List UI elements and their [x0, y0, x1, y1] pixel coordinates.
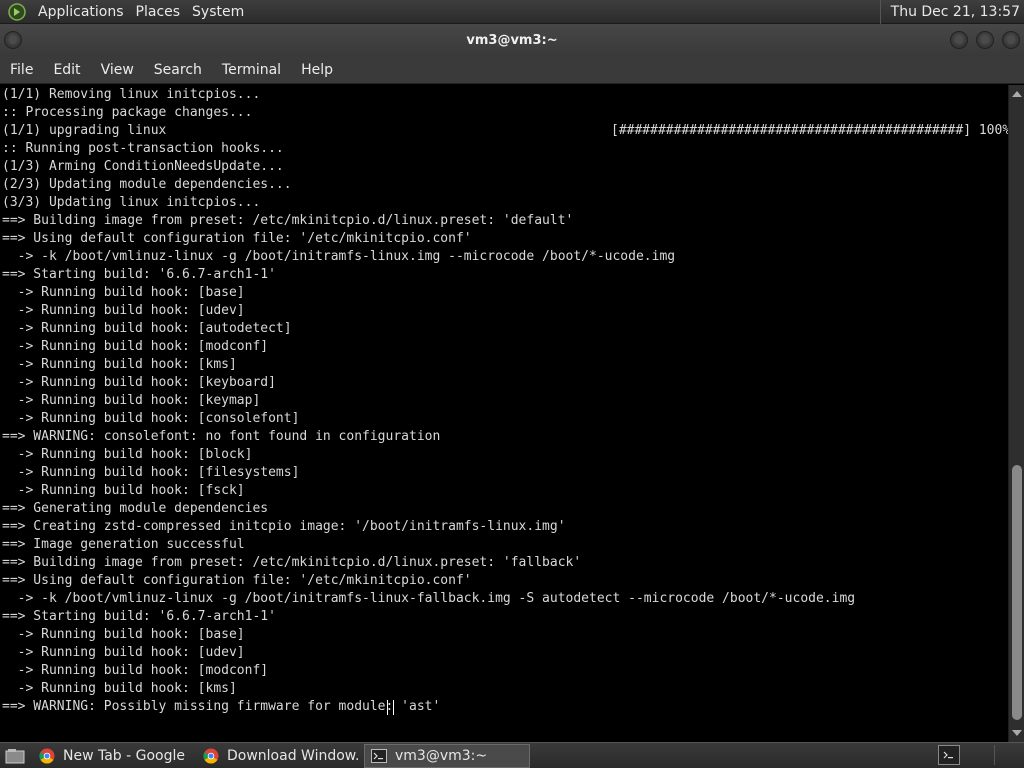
terminal-line: ==> WARNING: Possibly missing firmware f…	[2, 699, 441, 714]
terminal-line: -> Running build hook: [udev]	[2, 645, 245, 660]
terminal-line: -> -k /boot/vmlinuz-linux -g /boot/initr…	[2, 591, 856, 606]
terminal-line: -> -k /boot/vmlinuz-linux -g /boot/initr…	[2, 249, 676, 264]
task-label: New Tab - Google ...	[63, 747, 192, 764]
terminal-line: -> Running build hook: [keymap]	[2, 393, 261, 408]
tray-terminal-icon[interactable]	[938, 745, 960, 765]
terminal-line: -> Running build hook: [keyboard]	[2, 375, 276, 390]
terminal-line: ==> Using default configuration file: '/…	[2, 231, 472, 246]
terminal-line: ==> Using default configuration file: '/…	[2, 573, 472, 588]
terminal-line: ==> Building image from preset: /etc/mki…	[2, 555, 582, 570]
terminal-line: ==> Creating zstd-compressed initcpio im…	[2, 519, 566, 534]
menu-help[interactable]: Help	[291, 56, 343, 84]
terminal-line: -> Running build hook: [kms]	[2, 357, 237, 372]
terminal-line: ==> Building image from preset: /etc/mki…	[2, 213, 574, 228]
task-label: vm3@vm3:~	[395, 747, 488, 764]
terminal-menubar: File Edit View Search Terminal Help	[0, 56, 1024, 84]
minimize-button[interactable]	[950, 31, 968, 49]
panel-menu-applications[interactable]: Applications	[32, 0, 130, 24]
menu-search[interactable]: Search	[144, 56, 212, 84]
scroll-down-arrow-icon[interactable]	[1012, 730, 1022, 736]
terminal-line: :: Processing package changes...	[2, 105, 253, 120]
taskbar-item-chrome-newtab[interactable]: New Tab - Google ...	[32, 744, 192, 768]
window-titlebar[interactable]: vm3@vm3:~	[0, 24, 1024, 56]
menu-terminal[interactable]: Terminal	[212, 56, 291, 84]
terminal-line: -> Running build hook: [filesystems]	[2, 465, 300, 480]
task-label: Download Window...	[227, 747, 360, 764]
terminal-line: -> Running build hook: [modconf]	[2, 663, 269, 678]
window-menu-button[interactable]	[4, 31, 22, 49]
panel-menu-system[interactable]: System	[186, 0, 250, 24]
terminal-line: -> Running build hook: [fsck]	[2, 483, 245, 498]
progress-bar-text: [#######################################…	[611, 123, 1008, 138]
terminal-line: -> Running build hook: [base]	[2, 627, 245, 642]
terminal-line: -> Running build hook: [consolefont]	[2, 411, 300, 426]
taskbar-item-terminal[interactable]: vm3@vm3:~	[364, 743, 530, 768]
menu-edit[interactable]: Edit	[43, 56, 90, 84]
panel-clock[interactable]: Thu Dec 21, 13:57	[879, 0, 1020, 24]
terminal-line: :: Running post-transaction hooks...	[2, 141, 284, 156]
terminal-line: -> Running build hook: [base]	[2, 285, 245, 300]
menu-view[interactable]: View	[91, 56, 144, 84]
chrome-icon	[39, 748, 55, 764]
terminal-line: ==> Starting build: '6.6.7-arch1-1'	[2, 609, 276, 624]
panel-menu-places[interactable]: Places	[130, 0, 187, 24]
terminal-line: ==> Starting build: '6.6.7-arch1-1'	[2, 267, 276, 282]
taskbar-item-chrome-download[interactable]: Download Window...	[196, 744, 360, 768]
mouse-ibeam-cursor-icon	[387, 700, 394, 715]
terminal-line: (1/1) Removing linux initcpios...	[2, 87, 261, 102]
show-desktop-button[interactable]	[2, 744, 28, 768]
terminal-line: ==> Image generation successful	[2, 537, 245, 552]
terminal-icon	[371, 748, 387, 763]
terminal-line: (1/1) upgrading linux	[2, 123, 167, 138]
terminal-line: (2/3) Updating module dependencies...	[2, 177, 292, 192]
terminal-line: -> Running build hook: [autodetect]	[2, 321, 292, 336]
terminal-line: -> Running build hook: [modconf]	[2, 339, 269, 354]
menu-file[interactable]: File	[0, 56, 43, 84]
terminal-line: -> Running build hook: [udev]	[2, 303, 245, 318]
scrollbar-thumb[interactable]	[1012, 465, 1022, 720]
close-button[interactable]	[1002, 31, 1020, 49]
terminal-line: (1/3) Arming ConditionNeedsUpdate...	[2, 159, 284, 174]
tray-separator	[994, 745, 1018, 765]
terminal-line: -> Running build hook: [kms]	[2, 681, 237, 696]
terminal-line: ==> Generating module dependencies	[2, 501, 269, 516]
terminal-scrollbar[interactable]	[1008, 85, 1024, 742]
chrome-icon	[203, 748, 219, 764]
bottom-taskbar: New Tab - Google ... Download Window... …	[0, 742, 1024, 768]
distro-logo-icon[interactable]	[6, 1, 28, 23]
show-desktop-icon	[5, 748, 25, 763]
scroll-up-arrow-icon[interactable]	[1012, 91, 1022, 97]
terminal-line: -> Running build hook: [block]	[2, 447, 253, 462]
window-title: vm3@vm3:~	[466, 32, 558, 48]
top-panel: Applications Places System Thu Dec 21, 1…	[0, 0, 1024, 24]
terminal-line: (3/3) Updating linux initcpios...	[2, 195, 261, 210]
maximize-button[interactable]	[976, 31, 994, 49]
terminal-output[interactable]: (1/1) Removing linux initcpios... :: Pro…	[0, 85, 1008, 742]
terminal-line: ==> WARNING: consolefont: no font found …	[2, 429, 441, 444]
